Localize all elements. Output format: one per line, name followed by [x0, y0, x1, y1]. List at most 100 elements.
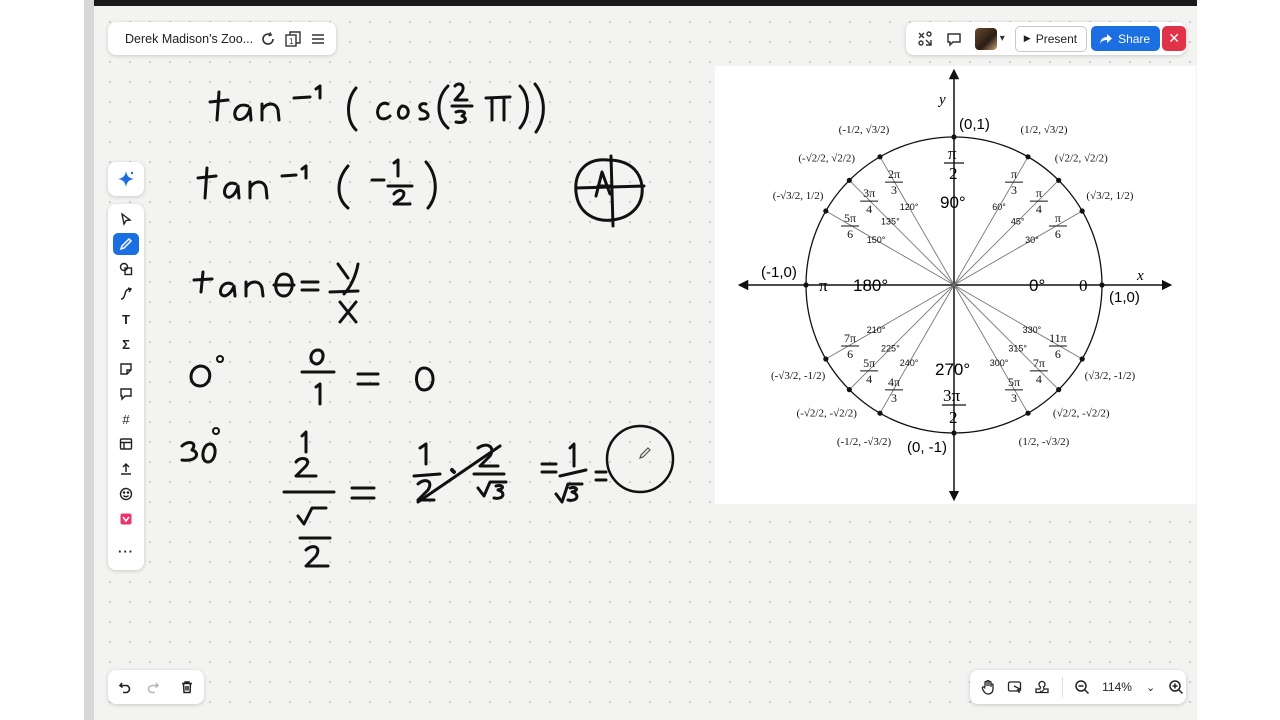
frame-icon: # — [122, 411, 130, 427]
rad-3pi-over-2-den: 2 — [949, 408, 958, 427]
angle-radian-den: 3 — [891, 391, 897, 405]
shapes-icon — [119, 262, 133, 276]
angle-radian-den: 3 — [891, 183, 897, 197]
angle-coordinate-label: (-√2/2, √2/2) — [798, 153, 855, 165]
zoom-out-icon[interactable] — [1071, 676, 1092, 698]
app-tool[interactable] — [113, 508, 139, 530]
angle-radian-num: 7π — [844, 331, 856, 345]
angle-degree-label: 315° — [1008, 344, 1027, 354]
hand-icon[interactable] — [978, 676, 999, 698]
angle-radian-den: 6 — [847, 227, 853, 241]
note-line-3 — [192, 262, 360, 324]
point-right: (1,0) — [1109, 289, 1140, 306]
pointer-icon — [120, 212, 132, 226]
zoom-in-icon[interactable] — [1165, 676, 1186, 698]
angle-degree-label: 225° — [881, 344, 900, 354]
angle-degree-label: 45° — [1011, 216, 1025, 226]
note-line-5 — [180, 427, 608, 568]
svg-text:1: 1 — [289, 37, 294, 46]
laser-pointer-icon[interactable] — [1005, 676, 1026, 698]
angle-radian-den: 6 — [1055, 227, 1061, 241]
undo-icon[interactable] — [114, 676, 136, 698]
circle-point — [1056, 177, 1062, 183]
shapes-tool[interactable] — [113, 258, 139, 280]
angle-coordinate-label: (√2/2, -√2/2) — [1053, 407, 1110, 419]
rad-pi: π — [819, 276, 828, 295]
connector-icon — [120, 287, 133, 300]
angle-radian-den: 6 — [847, 347, 853, 361]
app-icon — [120, 513, 132, 525]
pencil-cursor — [638, 446, 652, 460]
circle-point — [1025, 410, 1031, 416]
sticky-note-icon — [120, 363, 132, 375]
present-button[interactable]: ▶ Present — [1014, 25, 1088, 52]
angle-coordinate-label: (1/2, -√3/2) — [1019, 436, 1070, 448]
more-tools[interactable]: ··· — [113, 540, 139, 562]
angle-radian-num: π — [1011, 167, 1017, 181]
close-button[interactable]: ✕ — [1162, 26, 1187, 51]
unit-circle-image[interactable]: 30° π 6 (√3/2, 1/2) 45° π 4 (√2/2, √2/2) 60° π 3 (1… — [715, 66, 1196, 504]
comment-tool[interactable] — [113, 383, 139, 405]
deg-90: 90° — [940, 193, 966, 212]
user-avatar[interactable] — [974, 27, 997, 50]
pages-icon[interactable]: 1 — [283, 29, 303, 49]
axis-label-y: y — [937, 92, 946, 108]
collaborate-icon[interactable] — [914, 28, 936, 50]
sticky-note-tool[interactable] — [113, 358, 139, 380]
angle-radian-den: 4 — [866, 202, 872, 216]
circle-point — [1099, 282, 1105, 288]
text-icon: T — [122, 311, 130, 327]
zoom-level[interactable]: 114% — [1102, 680, 1132, 694]
angle-radian-num: 5π — [863, 356, 875, 370]
axis-label-x: x — [1136, 268, 1144, 284]
angle-degree-label: 30° — [1025, 235, 1039, 245]
angle-coordinate-label: (1/2, √3/2) — [1021, 124, 1068, 136]
circle-point — [1079, 356, 1085, 362]
board-title-panel: Derek Madison's Zoo... 1 — [108, 22, 336, 55]
stamp-icon[interactable] — [1032, 676, 1053, 698]
rad-pi-over-2-num: π — [948, 144, 957, 163]
angle-degree-label: 135° — [881, 216, 900, 226]
table-tool[interactable] — [113, 433, 139, 455]
close-icon: ✕ — [1168, 30, 1180, 46]
text-tool[interactable]: T — [113, 308, 139, 330]
board-title[interactable]: Derek Madison's Zoo... — [125, 32, 253, 46]
angle-coordinate-label: (-√2/2, -√2/2) — [797, 407, 858, 419]
point-left: (-1,0) — [761, 264, 797, 281]
emoji-tool[interactable] — [113, 483, 139, 505]
chevron-down-icon[interactable]: ▾ — [1000, 33, 1005, 44]
note-line-1 — [208, 82, 545, 134]
angle-degree-label: 150° — [867, 235, 886, 245]
equation-tool[interactable]: Σ — [113, 333, 139, 355]
angle-radian-den: 3 — [1011, 183, 1017, 197]
ai-assistant-button[interactable] — [108, 162, 144, 196]
circle-point — [803, 282, 809, 288]
menu-icon[interactable] — [308, 29, 328, 49]
zoom-chevron-icon[interactable]: ⌄ — [1146, 681, 1155, 694]
angle-radian-num: 11π — [1049, 331, 1067, 345]
top-right-toolbar: ▾ ▶ Present Share ✕ — [906, 22, 1187, 55]
share-button[interactable]: Share — [1091, 26, 1161, 51]
select-tool[interactable] — [113, 208, 139, 230]
trash-icon[interactable] — [176, 676, 198, 698]
angle-coordinate-label: (-√3/2, 1/2) — [773, 190, 824, 202]
circle-point — [951, 430, 957, 436]
angle-radian-den: 3 — [1011, 391, 1017, 405]
toolbar-divider — [1062, 677, 1064, 697]
angle-coordinate-label: (-1/2, -√3/2) — [837, 436, 892, 448]
comment-icon[interactable] — [943, 28, 965, 50]
angle-coordinate-label: (√3/2, 1/2) — [1086, 190, 1133, 202]
upload-tool[interactable] — [113, 458, 139, 480]
frame-tool[interactable]: # — [113, 408, 139, 430]
angle-degree-label: 330° — [1023, 325, 1042, 335]
sync-icon[interactable] — [258, 29, 278, 49]
smiley-icon — [119, 487, 133, 501]
quadrant-sketch — [574, 154, 646, 228]
share-label: Share — [1118, 31, 1151, 46]
angle-radian-num: 7π — [1033, 356, 1045, 370]
table-icon — [119, 438, 133, 450]
pen-tool[interactable] — [113, 233, 139, 255]
connector-tool[interactable] — [113, 283, 139, 305]
redo-icon[interactable] — [142, 676, 164, 698]
rad-3pi-over-2-num: 3π — [943, 386, 961, 405]
